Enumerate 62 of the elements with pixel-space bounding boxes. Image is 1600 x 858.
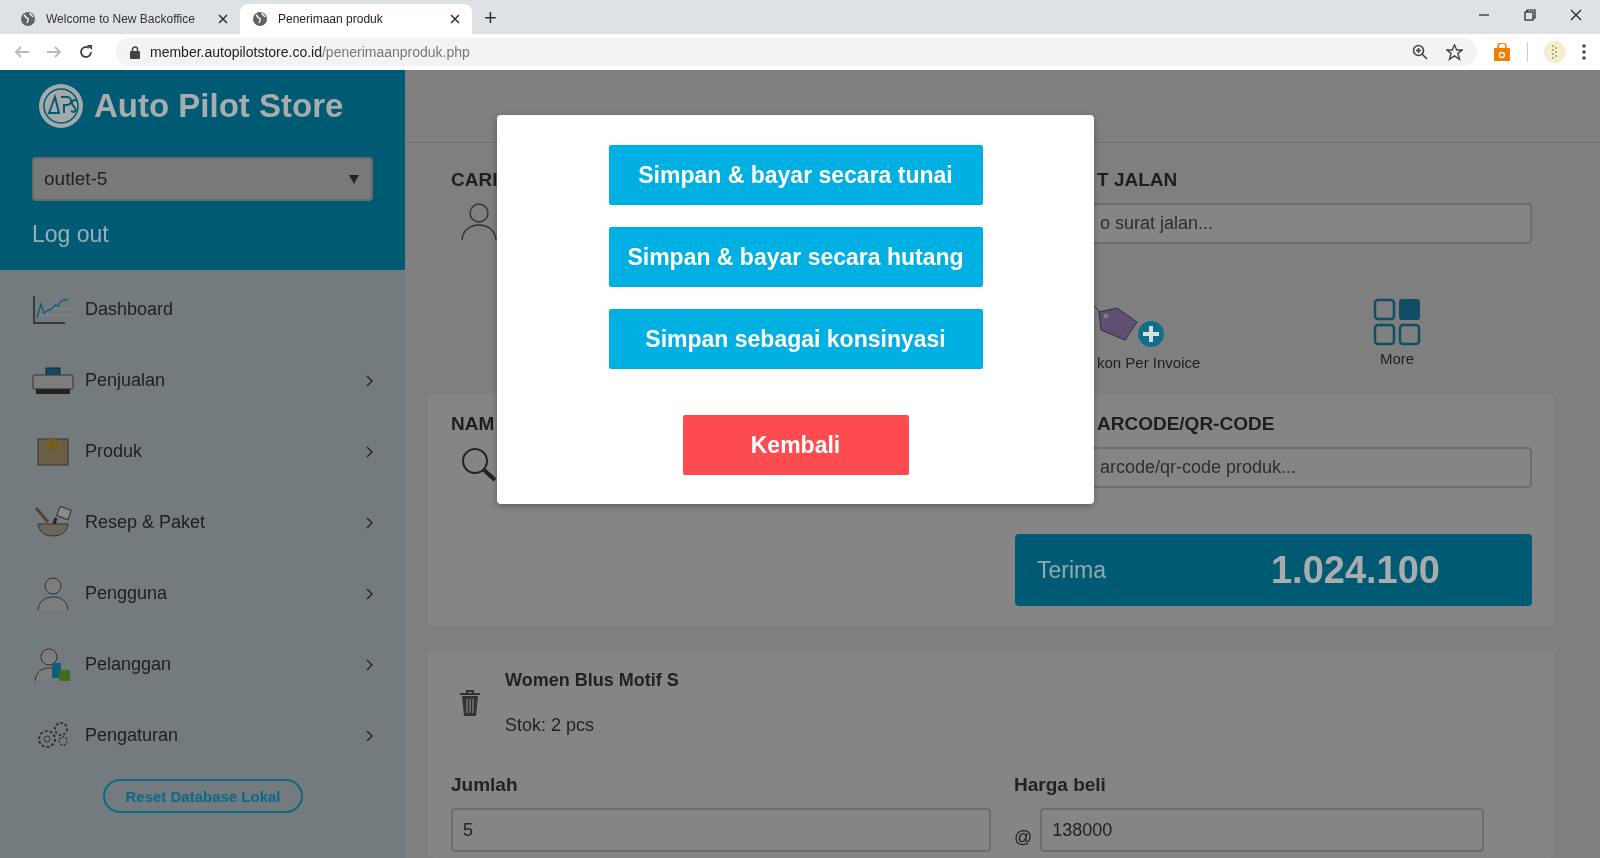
close-icon[interactable]: [1570, 9, 1582, 21]
chevron-right-icon: [366, 587, 373, 600]
menu-icon[interactable]: [1582, 44, 1586, 60]
dropdown-caret-icon: [349, 174, 359, 184]
url-path: /penerimaanproduk.php: [322, 44, 470, 60]
dialog-button[interactable]: Simpan & bayar secara hutang: [608, 227, 983, 287]
url-host: member.autopilotstore.co.id: [150, 44, 322, 60]
chevron-right-icon: [366, 445, 373, 458]
trash-icon[interactable]: [459, 689, 481, 717]
dialog-button[interactable]: Kembali: [682, 415, 909, 475]
brand-name: Auto Pilot Store: [94, 87, 344, 125]
product-name-label: NAM: [451, 413, 495, 435]
close-icon[interactable]: [450, 14, 460, 24]
quantity-label: Jumlah: [451, 774, 519, 796]
receive-amount: 1.024.100: [1270, 548, 1440, 592]
price-prefix: @: [1014, 827, 1033, 848]
search-icon[interactable]: [461, 447, 499, 483]
price-label: Harga beli: [1014, 774, 1107, 796]
chevron-right-icon: [366, 374, 373, 387]
globe-icon: [252, 11, 268, 27]
printer-icon: [31, 366, 75, 395]
logout-link[interactable]: Log out: [32, 221, 373, 248]
new-tab-button[interactable]: +: [484, 5, 497, 31]
line-chart-icon: [31, 295, 75, 324]
logo-icon: [38, 83, 84, 129]
chevron-right-icon: [366, 729, 373, 742]
reload-icon[interactable]: [78, 44, 94, 60]
price-field[interactable]: 138000: [1040, 808, 1484, 852]
product-name: Women Blus Motif S: [505, 670, 679, 691]
address-bar[interactable]: member.autopilotstore.co.id/penerimaanproduk.php: [116, 38, 1477, 66]
sidebar-menu-item[interactable]: Dashboard: [0, 274, 405, 345]
globe-icon: [20, 11, 36, 27]
shopping-bag-icon[interactable]: [1493, 43, 1511, 61]
receive-label: Terima: [1037, 556, 1106, 584]
browser-tab[interactable]: Penerimaan produk: [240, 4, 472, 34]
chevron-right-icon: [366, 516, 373, 529]
delivery-note-label: T JALAN: [1097, 169, 1178, 191]
quantity-field[interactable]: 5: [451, 808, 991, 852]
dialog-button[interactable]: Simpan & bayar secara tunai: [608, 145, 983, 205]
sidebar-menu-item[interactable]: Pengguna: [0, 558, 405, 629]
action-button[interactable]: kon Per Invoice: [1087, 298, 1217, 371]
stock-text: Stok: 2 pcs: [505, 715, 596, 736]
sidebar-menu-item[interactable]: Pengaturan: [0, 700, 405, 771]
barcode-label: ARCODE/QR-CODE: [1097, 413, 1275, 435]
receive-total-bar[interactable]: Terima 1.024.100: [1015, 534, 1532, 606]
grid-icon: [1373, 298, 1421, 346]
sidebar-menu-item[interactable]: Pelanggan: [0, 629, 405, 700]
star-icon[interactable]: [1446, 43, 1463, 61]
lock-icon: [130, 45, 140, 59]
zoom-icon[interactable]: [1412, 44, 1428, 60]
sidebar-menu-item[interactable]: Resep & Paket: [0, 487, 405, 558]
close-icon[interactable]: [218, 14, 228, 24]
user-icon[interactable]: [461, 203, 497, 241]
action-button[interactable]: More: [1367, 298, 1427, 371]
dialog-button[interactable]: Simpan sebagai konsinyasi: [608, 309, 983, 369]
outlet-select[interactable]: outlet-5: [32, 157, 373, 201]
chevron-right-icon: [366, 658, 373, 671]
customer-label: CARI: [451, 169, 498, 191]
restore-icon[interactable]: [1524, 9, 1536, 21]
browser-tab[interactable]: Welcome to New Backoffice: [8, 4, 240, 34]
sidebar-menu-item[interactable]: Produk: [0, 416, 405, 487]
sidebar-menu-item[interactable]: Penjualan: [0, 345, 405, 416]
